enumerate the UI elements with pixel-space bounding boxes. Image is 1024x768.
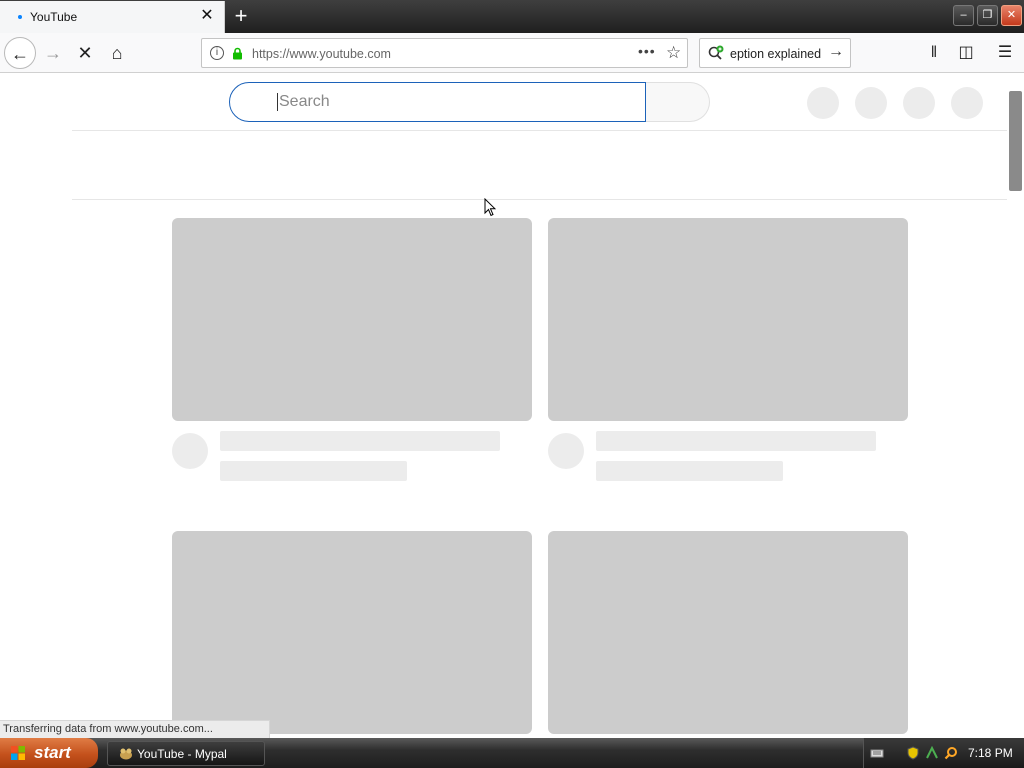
bookmark-star-icon[interactable]: ☆ <box>666 43 681 63</box>
youtube-search-button[interactable] <box>646 82 710 122</box>
video-meta-placeholder <box>596 461 783 481</box>
taskbar-item-label: YouTube - Mypal <box>137 747 227 761</box>
video-thumbnail-placeholder[interactable] <box>172 218 532 421</box>
info-icon[interactable]: i <box>210 46 224 60</box>
channel-avatar-placeholder[interactable] <box>172 433 208 469</box>
url-text[interactable]: https://www.youtube.com <box>252 47 391 61</box>
network-icon[interactable] <box>925 746 939 760</box>
mouse-cursor-icon <box>484 198 496 217</box>
video-thumbnail-placeholder[interactable] <box>548 531 908 734</box>
taskbar: start YouTube - Mypal 7:18 PM <box>0 738 1024 768</box>
minimize-button[interactable]: – <box>953 5 974 26</box>
avatar-placeholder[interactable] <box>951 87 983 119</box>
page-actions-icon[interactable]: ••• <box>638 43 656 59</box>
header-divider <box>72 130 1007 131</box>
start-label: start <box>34 743 71 762</box>
chips-divider <box>72 199 1007 200</box>
system-tray: 7:18 PM <box>863 738 1024 768</box>
lock-icon <box>233 47 242 60</box>
video-thumbnail-placeholder[interactable] <box>548 218 908 421</box>
new-tab-button[interactable]: + <box>230 4 252 28</box>
start-button[interactable]: start <box>0 738 98 768</box>
url-bar[interactable]: i https://www.youtube.com ••• ☆ <box>201 38 688 68</box>
video-title-placeholder[interactable] <box>596 431 876 451</box>
windows-logo-icon <box>11 746 25 760</box>
search-engine-icon <box>708 45 724 60</box>
stop-button[interactable]: ✕ <box>69 37 101 69</box>
browser-search-bar[interactable]: eption explained → <box>699 38 851 68</box>
youtube-page: Search <box>0 74 1024 738</box>
tab-loading-indicator-icon <box>18 15 22 19</box>
search-tray-icon[interactable] <box>944 746 958 760</box>
browser-search-input[interactable]: eption explained <box>730 47 821 61</box>
home-button[interactable]: ⌂ <box>101 37 133 69</box>
taskbar-item-youtube[interactable]: YouTube - Mypal <box>107 741 265 766</box>
keyboard-icon[interactable] <box>870 746 884 760</box>
mypal-browser-icon <box>120 748 132 760</box>
video-thumbnail-placeholder[interactable] <box>172 531 532 734</box>
tab-title: YouTube <box>30 10 78 24</box>
header-icon-placeholder[interactable] <box>807 87 839 119</box>
scrollbar-thumb[interactable] <box>1009 91 1022 191</box>
channel-avatar-placeholder[interactable] <box>548 433 584 469</box>
status-bar: Transferring data from www.youtube.com..… <box>0 720 270 738</box>
navigation-toolbar: ← → ✕ ⌂ i https://www.youtube.com ••• ☆ … <box>0 33 1024 73</box>
tab-youtube[interactable]: YouTube ✕ <box>0 1 225 33</box>
forward-button[interactable]: → <box>37 37 69 69</box>
search-go-icon[interactable]: → <box>828 43 844 61</box>
title-bar: YouTube ✕ + – ❐ ✕ <box>0 0 1024 33</box>
library-icon[interactable]: 𝍪 <box>924 43 944 63</box>
menu-icon[interactable]: ☰ <box>995 43 1015 63</box>
video-title-placeholder[interactable] <box>220 431 500 451</box>
close-window-button[interactable]: ✕ <box>1001 5 1022 26</box>
video-meta-placeholder <box>220 461 407 481</box>
restore-button[interactable]: ❐ <box>977 5 998 26</box>
youtube-search-box[interactable]: Search <box>229 82 646 122</box>
tab-close-icon[interactable]: ✕ <box>199 8 215 24</box>
taskbar-clock: 7:18 PM <box>968 746 1013 760</box>
youtube-search-input[interactable]: Search <box>277 93 330 111</box>
security-shield-icon[interactable] <box>906 746 920 760</box>
sidebar-icon[interactable]: ◫ <box>956 43 976 63</box>
header-icon-placeholder[interactable] <box>903 87 935 119</box>
back-button[interactable]: ← <box>4 37 36 69</box>
header-icon-placeholder[interactable] <box>855 87 887 119</box>
